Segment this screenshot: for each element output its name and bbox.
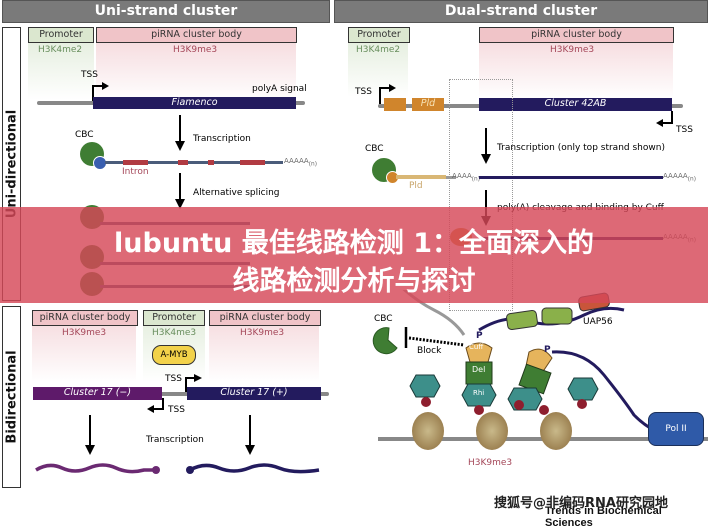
intron-segment — [208, 160, 214, 165]
uni-promoter-box: Promoter — [28, 27, 94, 43]
dual-promoter-mark: H3K4me2 — [356, 45, 401, 55]
h3k9me3-mark — [577, 399, 587, 409]
dual-tss-right: TSS — [676, 125, 693, 135]
dual-cbc-label: CBC — [365, 144, 384, 154]
bi-transcription-label: Transcription — [146, 435, 204, 445]
p-label: P — [476, 331, 483, 341]
bi-promoter-mark: H3K4me3 — [152, 328, 197, 338]
down-arrow-icon — [481, 128, 491, 168]
del-label: Del — [472, 365, 486, 374]
banner-title-line2: 线路检测分析与探讨 — [232, 266, 476, 297]
bi-body-right-box: piRNA cluster body — [209, 310, 321, 326]
uni-cbc-label: CBC — [75, 130, 94, 140]
intron-label: Intron — [122, 167, 149, 177]
dual-promoter-box: Promoter — [348, 27, 410, 43]
rhi-icon — [567, 377, 599, 401]
intron-segment — [123, 160, 148, 165]
uap56-block — [541, 307, 573, 325]
pld-transcript-label: Pld — [409, 181, 423, 191]
title-banner: lubuntu 最佳线路检测 1：全面深入的 线路检测分析与探讨 — [0, 207, 708, 303]
down-arrow-icon — [175, 115, 185, 155]
tss-reverse-arrow-icon — [147, 398, 165, 418]
uni-body-box: piRNA cluster body — [96, 27, 297, 43]
cbc-pacman-icon — [372, 327, 398, 355]
source-label: Trends in Biochemical Sciences — [545, 505, 662, 529]
bi-body-left-mark: H3K9me3 — [62, 328, 107, 338]
h3k9me3-mark — [474, 405, 484, 415]
rhi-icon — [507, 387, 543, 411]
uni-polya-tail: AAAAA(n) — [284, 157, 317, 168]
cluster-transcript — [479, 176, 663, 179]
a-myb-icon: A-MYB — [152, 345, 196, 365]
nucleosome-icon — [412, 412, 444, 450]
header-uni-strand: Uni-strand cluster — [2, 0, 330, 23]
down-arrow-icon — [85, 415, 95, 459]
dual-body-box: piRNA cluster body — [479, 27, 674, 43]
intron-segment — [178, 160, 188, 165]
h3k9me3-label: H3K9me3 — [468, 458, 513, 468]
uap56-block — [506, 310, 538, 330]
alt-splicing-label: Alternative splicing — [193, 188, 280, 198]
dual-transcription-label: Transcription (only top strand shown) — [497, 143, 665, 153]
uni-tss-label: TSS — [81, 70, 98, 80]
side-label-bi: Bidirectional — [2, 306, 21, 488]
down-arrow-icon — [245, 415, 255, 459]
gene-fiamenco: Fiamenco — [93, 97, 296, 109]
uap56-label: UAP56 — [583, 317, 613, 327]
rhi-label: Rhi — [473, 389, 485, 397]
pol2-icon: Pol II — [648, 412, 704, 446]
bi-tss-top: TSS — [165, 374, 182, 384]
h3k9me3-mark — [421, 397, 431, 407]
pirna-transcript-plus — [186, 463, 320, 474]
banner-title-line1: lubuntu 最佳线路检测 1：全面深入的 — [114, 228, 594, 259]
uni-promoter-mark: H3K4me2 — [38, 45, 83, 55]
rhi-icon — [409, 374, 441, 398]
nucleosome-icon — [476, 412, 508, 450]
cbc-label-2: CBC — [374, 314, 393, 324]
header-dual-strand: Dual-strand cluster — [334, 0, 708, 23]
intron-segment — [240, 160, 265, 165]
uni-body-mark: H3K9me3 — [173, 45, 218, 55]
h3k9me3-mark — [514, 400, 524, 410]
bi-body-right-mark: H3K9me3 — [240, 328, 285, 338]
p-label: P — [544, 345, 551, 355]
dual-body-mark: H3K9me3 — [550, 45, 595, 55]
gene-cluster-17-minus: Cluster 17 (−) — [33, 387, 162, 400]
pld-transcript — [396, 175, 446, 179]
bi-promoter-box: Promoter — [143, 310, 205, 326]
uni-transcription-label: Transcription — [193, 134, 251, 144]
cuff-label: Cuff — [469, 343, 484, 351]
bi-tss-bottom: TSS — [168, 405, 185, 415]
uni-polya-signal: polyA signal — [252, 84, 307, 94]
dual-tss-left: TSS — [355, 87, 372, 97]
nucleosome-icon — [540, 412, 572, 450]
gene-pld: Pld — [412, 98, 444, 111]
bi-body-left-box: piRNA cluster body — [32, 310, 138, 326]
tss-reverse-arrow-icon — [656, 111, 674, 133]
dual-polya-tail: AAAAA(n) — [663, 172, 696, 183]
block-dotted-line — [408, 336, 465, 347]
gene-cluster-17-plus: Cluster 17 (+) — [187, 387, 321, 400]
pirna-transcript-minus — [35, 463, 160, 474]
pld-exon — [384, 98, 406, 111]
block-label: Block — [417, 346, 442, 356]
dual-polya-short: AAAA(n) — [452, 172, 480, 183]
